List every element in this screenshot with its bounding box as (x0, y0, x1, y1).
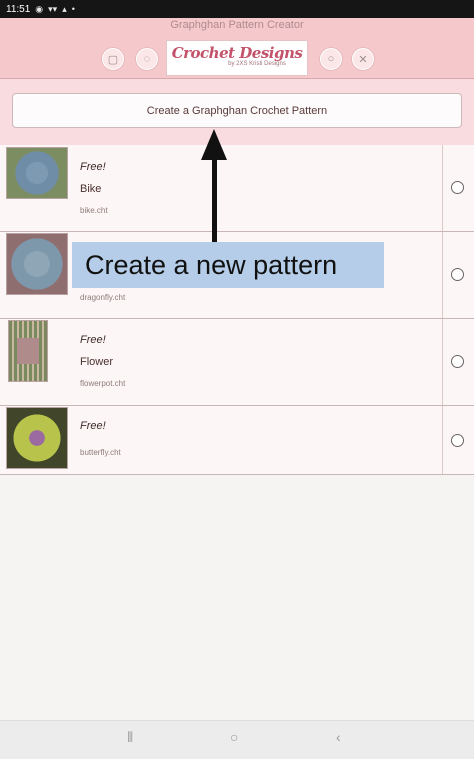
dragonfly-thumbnail (6, 233, 68, 295)
create-pattern-button[interactable]: Create a Graphghan Crochet Pattern (12, 93, 462, 128)
info-button[interactable]: ○ (320, 48, 342, 70)
pattern-row-bike[interactable]: Free! Bike bike.cht (0, 145, 474, 232)
select-radio[interactable] (451, 355, 464, 368)
back-icon[interactable]: ‹ (336, 729, 341, 745)
row-divider (442, 232, 443, 318)
folder-button[interactable]: ▢ (102, 48, 124, 70)
status-bar: 11:51 ◉ ▾▾ ▴ • (0, 0, 474, 18)
chat-icon: ◌ (143, 53, 151, 65)
chat-button[interactable]: ◌ (136, 48, 158, 70)
app-title: Graphghan Pattern Creator (170, 19, 304, 31)
dot-icon: • (71, 4, 75, 14)
status-time: 11:51 (6, 3, 31, 15)
row-divider (442, 145, 443, 231)
pattern-row-butterfly[interactable]: Free! butterfly.cht (0, 406, 474, 475)
home-icon[interactable]: ○ (230, 729, 238, 745)
pattern-name: Flower (80, 356, 114, 368)
notification-icon: ◉ (35, 3, 44, 14)
bike-thumbnail (6, 147, 68, 199)
arrow-shaft (212, 158, 217, 242)
row-divider (442, 319, 443, 405)
close-icon: ✕ (358, 53, 368, 66)
pattern-row-flower[interactable]: Free! Flower flowerpot.cht (0, 319, 474, 406)
close-button[interactable]: ✕ (352, 48, 374, 70)
pattern-list: Free! Bike bike.cht dragonfly.cht Free! … (0, 145, 474, 475)
select-radio[interactable] (451, 434, 464, 447)
butterfly-thumbnail (6, 407, 68, 469)
logo-text: Crochet Designs (171, 44, 303, 62)
pattern-file: dragonfly.cht (80, 293, 126, 302)
flower-thumbnail (8, 320, 48, 382)
nav-bar: ⦀ ○ ‹ (0, 720, 474, 759)
pattern-file: flowerpot.cht (80, 379, 126, 388)
pattern-file: butterfly.cht (80, 448, 121, 457)
select-radio[interactable] (451, 181, 464, 194)
recents-icon[interactable]: ⦀ (127, 729, 133, 746)
signal-icon: ▾▾ (48, 3, 58, 14)
select-radio[interactable] (451, 268, 464, 281)
free-tag: Free! (80, 334, 106, 346)
free-tag: Free! (80, 420, 106, 432)
info-icon: ○ (327, 53, 335, 65)
arrow-up-icon (201, 129, 227, 160)
pattern-name: Bike (80, 183, 102, 195)
pattern-file: bike.cht (80, 206, 108, 215)
app-header: Graphghan Pattern Creator ▢ ◌ Crochet De… (0, 18, 474, 79)
cast-icon: ▴ (62, 3, 67, 14)
row-divider (442, 406, 443, 474)
app-logo: Crochet Designs by 2XS Kristi Designs (166, 40, 308, 76)
create-area: Create a Graphghan Crochet Pattern (0, 79, 474, 146)
callout-label: Create a new pattern (72, 242, 384, 288)
folder-icon: ▢ (107, 53, 119, 66)
free-tag: Free! (80, 161, 106, 173)
